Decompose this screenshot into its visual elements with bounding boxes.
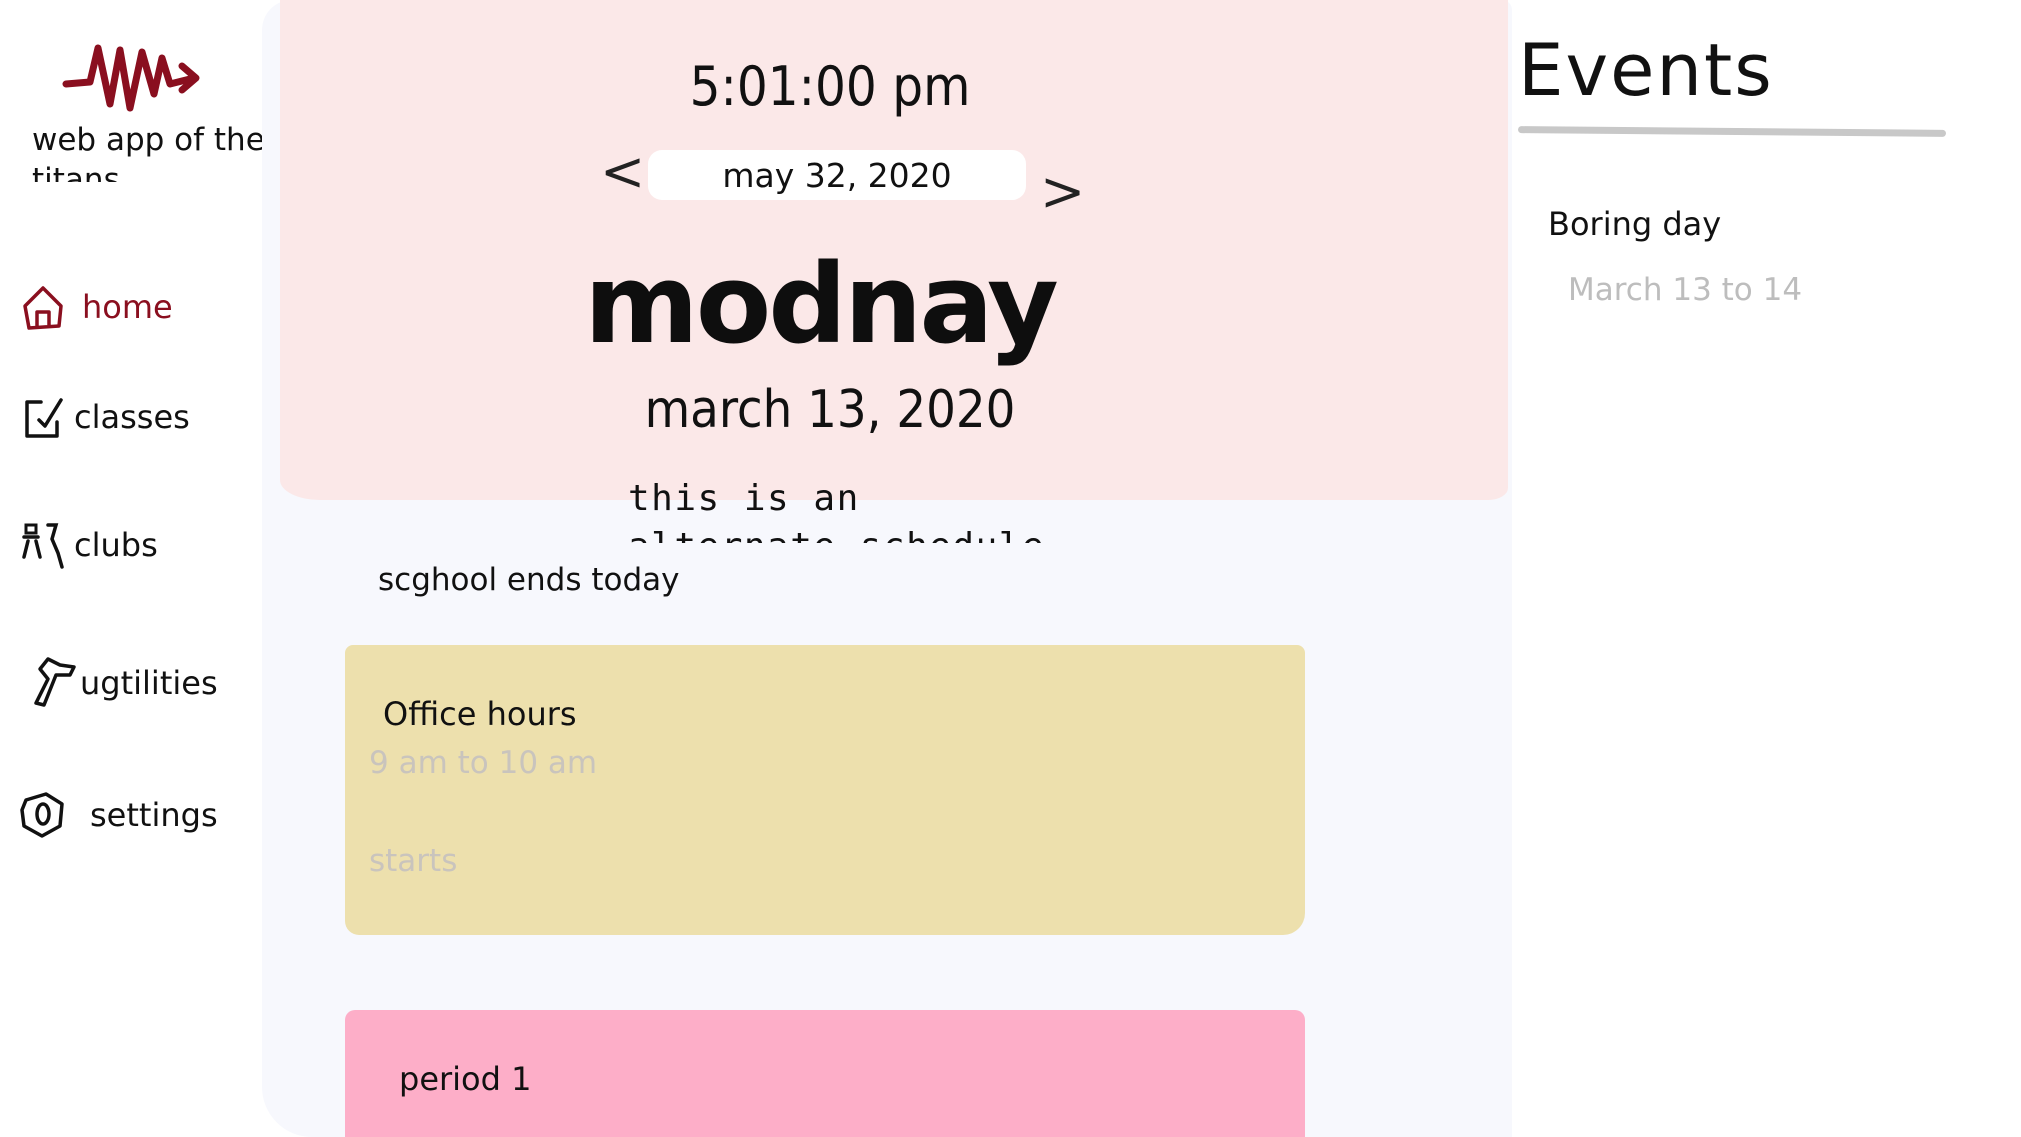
classes-icon	[18, 392, 68, 442]
event-date-range: March 13 to 14	[1568, 272, 1803, 308]
period-time: 9 am to 10 am	[369, 745, 598, 781]
sidebar-item-label: home	[82, 288, 173, 326]
sidebar-item-classes[interactable]: classes	[18, 392, 190, 442]
home-icon	[18, 282, 68, 332]
period-title: period 1	[399, 1060, 532, 1098]
date-picker[interactable]: may 32, 2020	[648, 150, 1026, 200]
sidebar-item-utilities[interactable]: ugtilities	[18, 657, 218, 708]
event-name[interactable]: Boring day	[1548, 205, 1721, 243]
events-heading: Events	[1518, 28, 1774, 112]
day-date: march 13, 2020	[644, 380, 1016, 440]
period-title: Office hours	[383, 695, 577, 733]
settings-icon	[18, 790, 68, 840]
sidebar-item-label: settings	[90, 796, 218, 834]
next-day-arrow-icon[interactable]: >	[1040, 160, 1085, 223]
events-divider	[1517, 126, 1947, 137]
current-time: 5:01:00 pm	[689, 55, 971, 118]
utilities-icon	[30, 657, 80, 708]
sidebar-item-label: clubs	[74, 526, 158, 564]
period-card[interactable]: period 1	[345, 1010, 1305, 1137]
sidebar-item-label: ugtilities	[80, 664, 218, 702]
prev-day-arrow-icon[interactable]: <	[600, 140, 645, 203]
sidebar-item-settings[interactable]: settings	[18, 790, 218, 840]
app-name: web app of the titans	[32, 122, 265, 182]
day-name: modnay	[584, 240, 1059, 368]
period-status: starts	[369, 843, 458, 879]
clubs-icon	[18, 520, 68, 570]
sidebar-item-clubs[interactable]: clubs	[18, 520, 158, 570]
period-card[interactable]: Office hours 9 am to 10 am starts	[345, 645, 1305, 935]
schedule-note: this is an alternate schedule	[628, 478, 1044, 543]
sidebar-item-home[interactable]: home	[18, 282, 173, 332]
notice-text: scghool ends today	[378, 562, 680, 598]
logo-wave-icon	[62, 44, 200, 112]
sidebar: web app of the titans home classes clubs	[0, 0, 280, 1137]
sidebar-item-label: classes	[74, 398, 190, 436]
